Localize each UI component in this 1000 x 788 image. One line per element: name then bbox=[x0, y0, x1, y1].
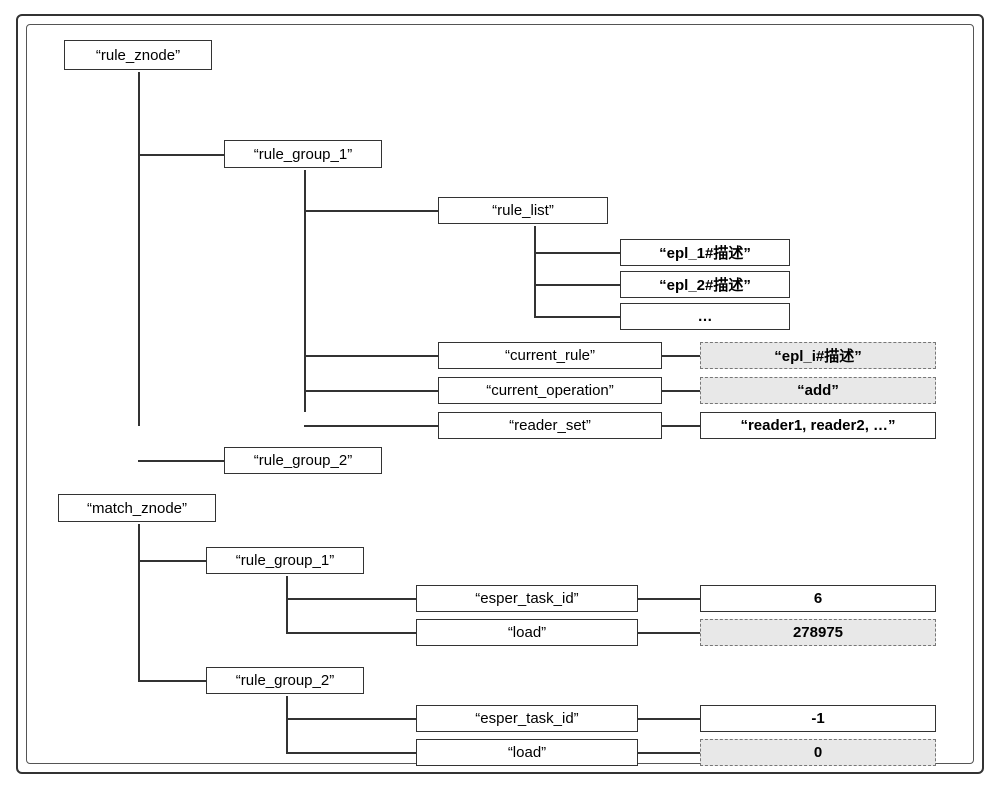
node-rule-group-1: “rule_group_1” bbox=[224, 140, 382, 168]
connector bbox=[286, 576, 288, 632]
node-current-rule: “current_rule” bbox=[438, 342, 662, 369]
match-node-esper1: “esper_task_id” bbox=[416, 585, 638, 612]
connector bbox=[138, 72, 140, 426]
node-current-operation: “current_operation” bbox=[438, 377, 662, 404]
connector bbox=[138, 154, 224, 156]
connector bbox=[286, 598, 416, 600]
connector bbox=[138, 560, 206, 562]
node-rule-list: “rule_list” bbox=[438, 197, 608, 224]
connector bbox=[662, 355, 700, 357]
node-epl-2: “epl_2#描述” bbox=[620, 271, 790, 298]
node-reader-set: “reader_set” bbox=[438, 412, 662, 439]
match-node-load1: “load” bbox=[416, 619, 638, 646]
connector bbox=[138, 524, 140, 682]
match-node-esper2: “esper_task_id” bbox=[416, 705, 638, 732]
node-rule-znode: “rule_znode” bbox=[64, 40, 212, 70]
connector bbox=[138, 680, 206, 682]
connector bbox=[304, 170, 306, 412]
match-node-load2: “load” bbox=[416, 739, 638, 766]
connector bbox=[638, 752, 700, 754]
node-match-znode: “match_znode” bbox=[58, 494, 216, 522]
connector bbox=[304, 390, 438, 392]
match-node-rule-group-1: “rule_group_1” bbox=[206, 547, 364, 574]
val-current-rule: “epl_i#描述” bbox=[700, 342, 936, 369]
match-val-esper2: -1 bbox=[700, 705, 936, 732]
match-val-load1: 278975 bbox=[700, 619, 936, 646]
val-reader-set: “reader1, reader2, …” bbox=[700, 412, 936, 439]
connector bbox=[662, 390, 700, 392]
connector bbox=[286, 632, 416, 634]
connector bbox=[138, 460, 224, 462]
connector bbox=[534, 226, 536, 318]
connector bbox=[286, 752, 416, 754]
connector bbox=[304, 210, 438, 212]
match-val-esper1: 6 bbox=[700, 585, 936, 612]
connector bbox=[638, 598, 700, 600]
node-epl-1: “epl_1#描述” bbox=[620, 239, 790, 266]
connector bbox=[304, 355, 438, 357]
node-epl-more: … bbox=[620, 303, 790, 330]
val-current-operation: “add” bbox=[700, 377, 936, 404]
match-node-rule-group-2: “rule_group_2” bbox=[206, 667, 364, 694]
node-rule-group-2: “rule_group_2” bbox=[224, 447, 382, 474]
connector bbox=[286, 718, 416, 720]
connector bbox=[662, 425, 700, 427]
connector bbox=[286, 696, 288, 752]
connector bbox=[638, 632, 700, 634]
connector bbox=[534, 252, 620, 254]
connector bbox=[638, 718, 700, 720]
connector bbox=[534, 284, 620, 286]
match-val-load2: 0 bbox=[700, 739, 936, 766]
connector bbox=[304, 425, 438, 427]
connector bbox=[534, 316, 620, 318]
